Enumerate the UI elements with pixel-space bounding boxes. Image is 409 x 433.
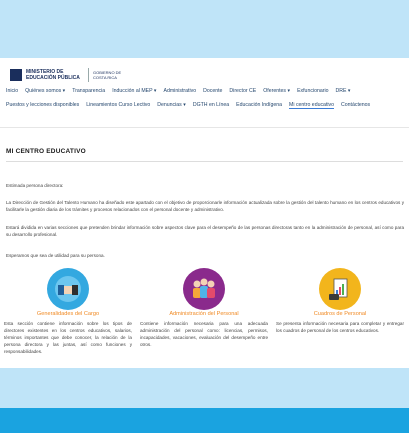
card-generalidades[interactable]: Generalidades del Cargo Esta sección con… [4,268,132,355]
card-administracion[interactable]: Administración del Personal Contiene inf… [140,268,268,348]
logo-divider [88,68,89,82]
card-description: Esta sección contiene información sobre … [4,321,132,354]
mep-logo[interactable]: MINISTERIO DE EDUCACIÓN PÚBLICA GOBIERNO… [10,66,133,84]
nav-quienes-somos[interactable]: Quiénes somos ▾ [25,88,65,94]
card-title[interactable]: Generalidades del Cargo [4,311,132,317]
nav-docente[interactable]: Docente [203,88,222,94]
nav-inicio[interactable]: Inicio [6,88,18,94]
secondary-nav: Puestos y lecciones disponibles Lineamie… [6,102,409,109]
nav-dre[interactable]: DRE ▾ [336,88,351,94]
main-nav: Inicio Quiénes somos ▾ Transparencia Ind… [6,88,409,94]
greeting-text: Estimada persona directora: [6,183,64,188]
top-banner [0,0,409,58]
card-description: Se presenta información necesaria para c… [276,321,404,333]
flag-icon [10,69,22,81]
card-title[interactable]: Administración del Personal [140,311,268,317]
nav-oferentes[interactable]: Oferentes ▾ [263,88,290,94]
card-cuadros[interactable]: Cuadros de Personal Se presenta informac… [276,268,404,334]
closing-paragraph: Esperamos que sea de utilidad para su pe… [6,253,105,258]
intro-paragraph: La Dirección de Gestión del Talento Huma… [6,200,404,212]
card-description: Contiene información necesaria para una … [140,321,268,347]
nav-director-ce[interactable]: Director CE [229,88,256,94]
government-name: GOBIERNO DE COSTA RICA [93,70,122,80]
nav-exfuncionario[interactable]: Exfuncionario [297,88,328,94]
card-title[interactable]: Cuadros de Personal [276,311,404,317]
nav-educacion-indigena[interactable]: Educación Indígena [236,102,282,109]
people-group-icon[interactable] [183,268,225,310]
nav-transparencia[interactable]: Transparencia [72,88,105,94]
nav-lineamientos[interactable]: Lineamientos Curso Lectivo [86,102,150,109]
site-header: MINISTERIO DE EDUCACIÓN PÚBLICA GOBIERNO… [0,58,409,128]
handshake-icon[interactable] [47,268,89,310]
nav-denuncias[interactable]: Denuncias ▾ [157,102,186,109]
nav-dgth-en-linea[interactable]: DGTH en Línea [193,102,229,109]
nav-induccion[interactable]: Inducción al MEP ▾ [112,88,156,94]
page-title: MI CENTRO EDUCATIVO [6,148,86,155]
nav-administrativo[interactable]: Administrativo [164,88,197,94]
sections-paragraph: Estará dividida en varias secciones que … [6,225,404,237]
nav-contactenos[interactable]: Contáctenos [341,102,370,109]
ministry-name: MINISTERIO DE EDUCACIÓN PÚBLICA [26,69,80,81]
document-chart-icon[interactable] [319,268,361,310]
title-divider [6,161,403,162]
nav-mi-centro-educativo[interactable]: Mi centro educativo [289,102,335,109]
nav-puestos[interactable]: Puestos y lecciones disponibles [6,102,79,109]
footer-band [0,368,409,408]
footer-bar [0,408,409,433]
